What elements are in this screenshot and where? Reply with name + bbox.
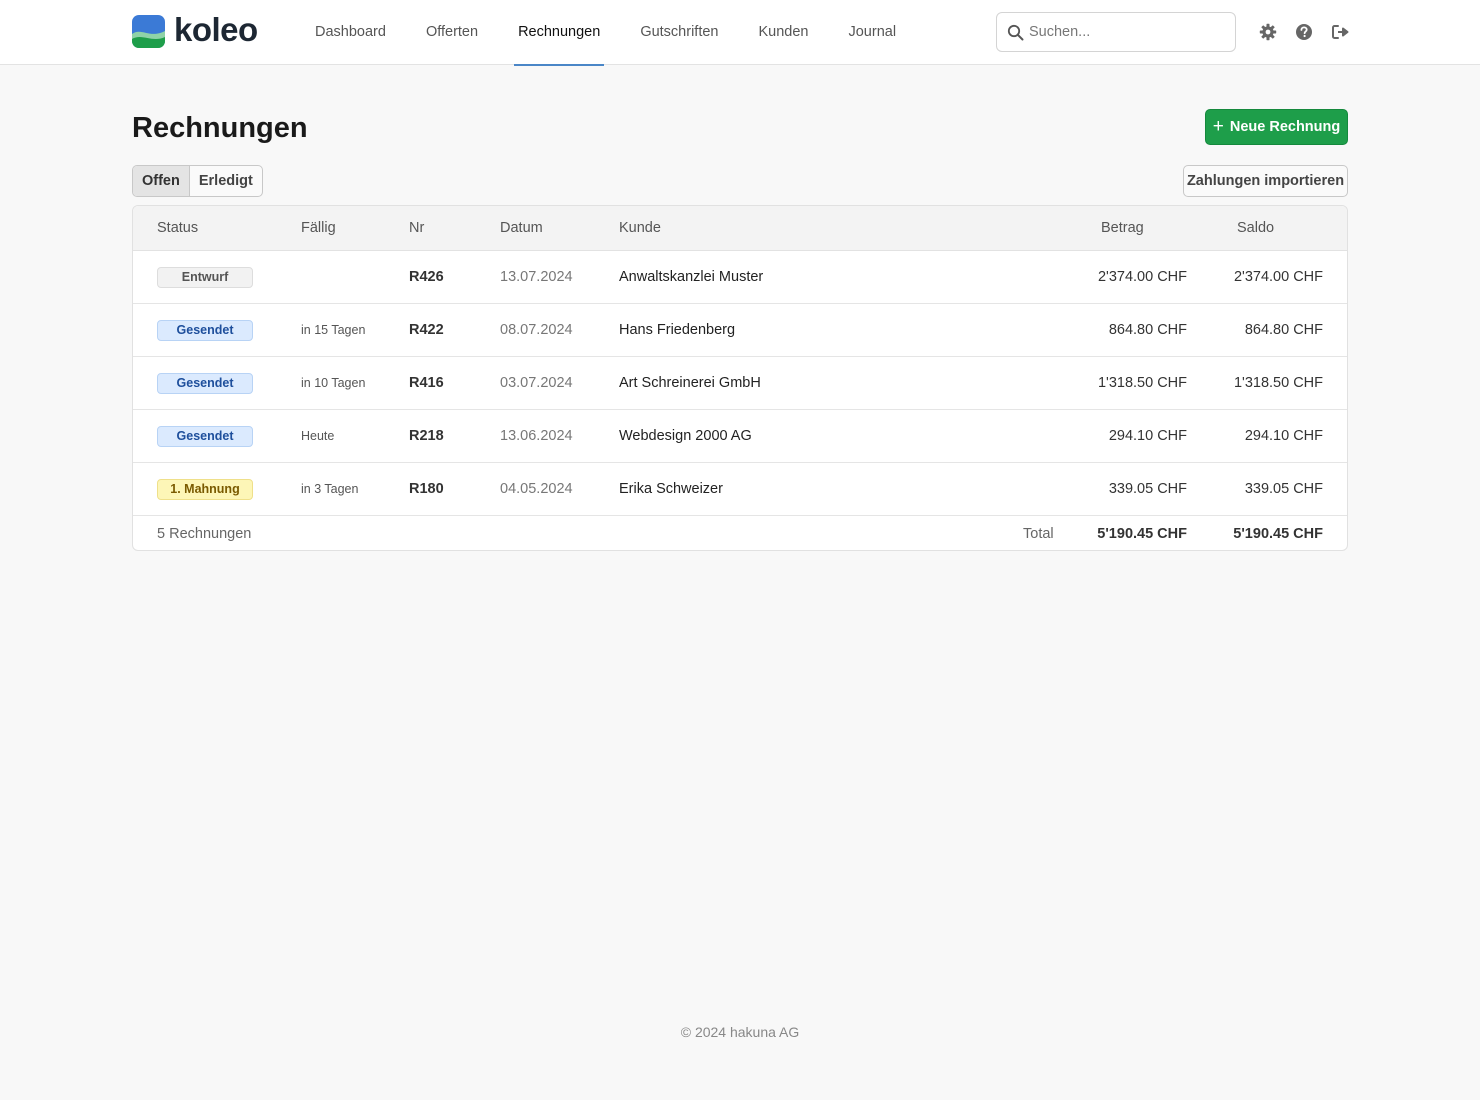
- import-payments-button[interactable]: Zahlungen importieren: [1183, 165, 1348, 197]
- customer-cell: Erika Schweizer: [619, 481, 723, 497]
- column-header-status[interactable]: Status: [157, 206, 198, 250]
- date-cell: 08.07.2024: [500, 322, 573, 338]
- search-icon: [1007, 24, 1024, 41]
- logout-icon[interactable]: [1331, 23, 1349, 41]
- main-nav: Dashboard Offerten Rechnungen Gutschrift…: [295, 0, 916, 66]
- amount-cell: 1'318.50 CHF: [1097, 375, 1187, 391]
- date-cell: 13.06.2024: [500, 428, 573, 444]
- filter-done[interactable]: Erledigt: [190, 166, 262, 196]
- date-cell: 04.05.2024: [500, 481, 573, 497]
- search-input[interactable]: [1029, 14, 1229, 50]
- column-header-balance[interactable]: Saldo: [1237, 206, 1274, 250]
- amount-cell: 864.80 CHF: [1108, 322, 1187, 338]
- new-invoice-button[interactable]: + Neue Rechnung: [1205, 109, 1348, 145]
- due-cell: Heute: [301, 429, 335, 443]
- date-cell: 03.07.2024: [500, 375, 573, 391]
- customer-cell: Anwaltskanzlei Muster: [619, 269, 764, 285]
- customer-cell: Webdesign 2000 AG: [619, 428, 752, 444]
- total-amount: 5'190.45 CHF: [1097, 526, 1187, 542]
- table-header: Status Fällig Nr Datum Kunde Betrag Sald…: [133, 206, 1347, 251]
- total-label: Total: [1023, 526, 1054, 542]
- invoice-number-cell: R422: [409, 322, 444, 338]
- plus-icon: +: [1212, 115, 1224, 137]
- amount-cell: 339.05 CHF: [1108, 481, 1187, 497]
- invoice-number-cell: R426: [409, 269, 444, 285]
- nav-item-gutschriften[interactable]: Gutschriften: [620, 0, 738, 65]
- nav-item-journal[interactable]: Journal: [828, 0, 916, 65]
- invoice-number-cell: R180: [409, 481, 444, 497]
- balance-cell: 1'318.50 CHF: [1233, 375, 1323, 391]
- balance-cell: 294.10 CHF: [1244, 428, 1323, 444]
- nav-item-rechnungen[interactable]: Rechnungen: [498, 0, 620, 66]
- invoice-number-cell: R416: [409, 375, 444, 391]
- status-badge: 1. Mahnung: [157, 479, 253, 500]
- total-balance: 5'190.45 CHF: [1233, 526, 1323, 542]
- invoice-table: Status Fällig Nr Datum Kunde Betrag Sald…: [132, 205, 1348, 551]
- filter-open[interactable]: Offen: [133, 166, 190, 196]
- customer-cell: Art Schreinerei GmbH: [619, 375, 761, 391]
- status-badge: Gesendet: [157, 320, 253, 341]
- status-badge: Entwurf: [157, 267, 253, 288]
- amount-cell: 294.10 CHF: [1108, 428, 1187, 444]
- search-box: [996, 12, 1236, 52]
- new-invoice-button-label: Neue Rechnung: [1229, 119, 1341, 135]
- column-header-nr[interactable]: Nr: [409, 206, 424, 250]
- column-header-due[interactable]: Fällig: [301, 206, 336, 250]
- app-name: koleo: [174, 11, 258, 48]
- table-row[interactable]: Gesendet in 10 Tagen R416 03.07.2024 Art…: [133, 357, 1347, 410]
- koleo-logo-icon: [132, 15, 165, 48]
- table-row[interactable]: Gesendet in 15 Tagen R422 08.07.2024 Han…: [133, 304, 1347, 357]
- nav-item-offerten[interactable]: Offerten: [406, 0, 498, 65]
- table-row[interactable]: Gesendet Heute R218 13.06.2024 Webdesign…: [133, 410, 1347, 463]
- status-filter-toggle: Offen Erledigt: [132, 165, 263, 197]
- table-footer: 5 Rechnungen Total 5'190.45 CHF 5'190.45…: [133, 516, 1347, 550]
- table-row[interactable]: 1. Mahnung in 3 Tagen R180 04.05.2024 Er…: [133, 463, 1347, 516]
- amount-cell: 2'374.00 CHF: [1097, 269, 1187, 285]
- due-cell: in 10 Tagen: [301, 376, 366, 390]
- koleo-logo[interactable]: koleo: [132, 11, 258, 48]
- balance-cell: 864.80 CHF: [1244, 322, 1323, 338]
- column-header-customer[interactable]: Kunde: [619, 206, 661, 250]
- help-icon[interactable]: [1295, 23, 1313, 41]
- due-cell: in 3 Tagen: [301, 482, 359, 496]
- balance-cell: 339.05 CHF: [1244, 481, 1323, 497]
- status-badge: Gesendet: [157, 426, 253, 447]
- balance-cell: 2'374.00 CHF: [1233, 269, 1323, 285]
- top-navigation-bar: koleo Dashboard Offerten Rechnungen Guts…: [0, 0, 1480, 66]
- page-footer: © 2024 hakuna AG: [680, 1024, 800, 1040]
- gear-icon[interactable]: [1259, 23, 1277, 41]
- due-cell: in 15 Tagen: [301, 323, 366, 337]
- nav-item-dashboard[interactable]: Dashboard: [295, 0, 406, 65]
- nav-item-kunden[interactable]: Kunden: [738, 0, 828, 65]
- table-row[interactable]: Entwurf R426 13.07.2024 Anwaltskanzlei M…: [133, 251, 1347, 304]
- customer-cell: Hans Friedenberg: [619, 322, 736, 338]
- page-title: Rechnungen: [132, 112, 308, 144]
- status-badge: Gesendet: [157, 373, 253, 394]
- invoice-count: 5 Rechnungen: [157, 526, 252, 542]
- invoice-number-cell: R218: [409, 428, 444, 444]
- column-header-amount[interactable]: Betrag: [1101, 206, 1144, 250]
- column-header-date[interactable]: Datum: [500, 206, 543, 250]
- date-cell: 13.07.2024: [500, 269, 573, 285]
